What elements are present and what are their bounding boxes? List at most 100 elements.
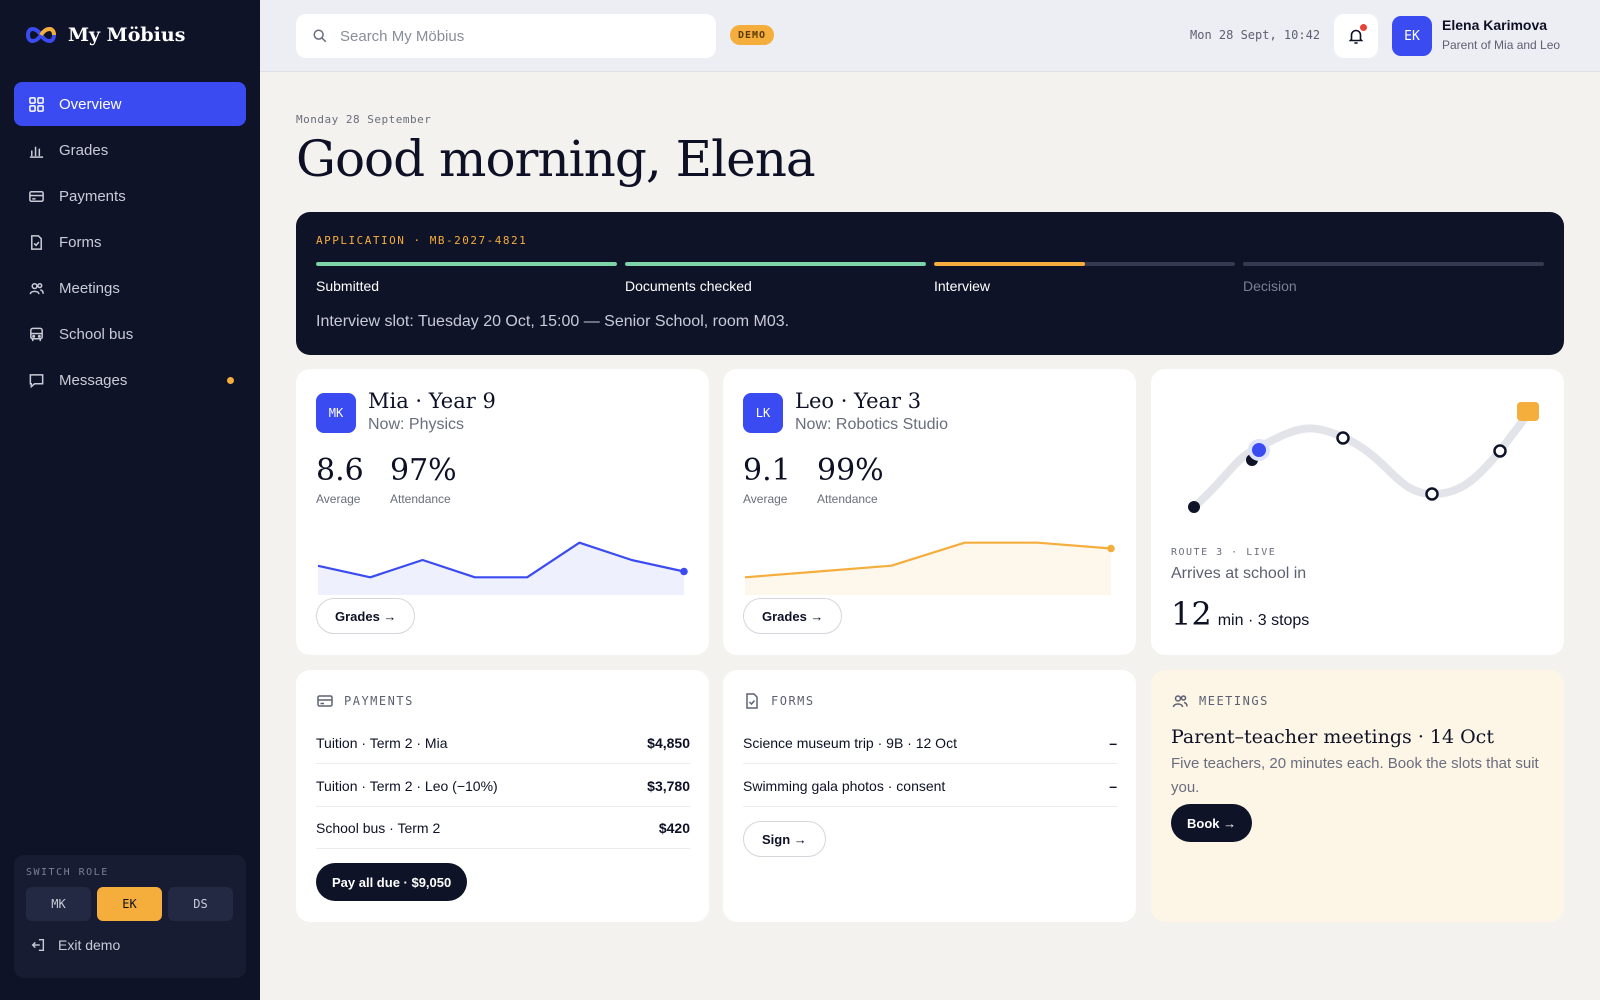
brand-name: My Möbius	[68, 24, 186, 46]
role-buttons: MK EK DS	[26, 887, 234, 921]
step-submitted: Submitted	[316, 262, 617, 294]
chat-icon	[29, 373, 44, 388]
payments-card: PAYMENTS Tuition · Term 2 · Mia $4,850 T…	[296, 670, 709, 922]
interview-slot: Interview slot: Tuesday 20 Oct, 15:00 — …	[316, 313, 790, 330]
payment-label: School bus · Term 2	[316, 819, 441, 836]
payment-amount: $4,850	[647, 734, 690, 751]
sidebar-item-label: Overview	[59, 95, 122, 113]
sidebar-item-school-bus[interactable]: School bus	[14, 312, 246, 356]
bus-arrives-label: Arrives at school in	[1171, 565, 1307, 582]
card-icon	[317, 695, 333, 707]
step-progress	[625, 262, 926, 266]
card-icon	[29, 190, 44, 202]
child-name: Mia · Year 9	[368, 389, 496, 413]
payment-row[interactable]: Tuition · Term 2 · Leo (−10%) $3,780	[316, 765, 690, 807]
bus-icon	[30, 327, 43, 341]
school-destination-icon	[1517, 402, 1539, 421]
bus-position-marker	[1252, 443, 1266, 457]
attendance-stat: 99% Attendance	[817, 453, 884, 506]
sparkline-last-point	[680, 567, 688, 576]
users-icon	[1172, 695, 1188, 708]
payment-row[interactable]: School bus · Term 2 $420	[316, 807, 690, 849]
user-avatar[interactable]: EK	[1392, 16, 1432, 56]
sidebar-item-forms[interactable]: Forms	[14, 220, 246, 264]
sidebar-item-messages[interactable]: Messages	[14, 358, 246, 402]
role-button-mk[interactable]: MK	[26, 887, 91, 921]
brand[interactable]: My Möbius	[24, 24, 185, 46]
document-check-icon	[31, 234, 42, 250]
sparkline-area	[318, 542, 684, 595]
average-stat: 9.1 Average	[743, 453, 791, 506]
child-avatar: LK	[743, 393, 783, 433]
forms-title: FORMS	[771, 694, 815, 708]
sidebar-nav: Overview Grades Payments Forms Meetings …	[14, 82, 246, 404]
form-row[interactable]: Swimming gala photos · consent –	[743, 765, 1117, 807]
role-button-ds[interactable]: DS	[168, 887, 233, 921]
payments-title: PAYMENTS	[344, 694, 414, 708]
page-title: Good morning, Elena	[296, 130, 816, 188]
sidebar-item-label: School bus	[59, 325, 134, 343]
bus-route-map	[1188, 402, 1539, 513]
meetings-header: MEETINGS	[1171, 692, 1269, 710]
step-track	[934, 262, 1235, 266]
form-status: –	[1109, 734, 1117, 751]
meetings-headline: Parent–teacher meetings · 14 Oct	[1171, 726, 1494, 748]
meetings-description: Five teachers, 20 minutes each. Book the…	[1171, 755, 1539, 796]
child-card-mia: MK Mia · Year 9 Now: Physics 8.6 Average…	[296, 369, 709, 655]
grades-button[interactable]: Grades →	[743, 598, 843, 634]
step-track	[625, 262, 926, 266]
switch-role-panel: SWITCH ROLE MK EK DS Exit demo	[14, 855, 246, 978]
sidebar-item-label: Payments	[59, 187, 126, 205]
book-meeting-button[interactable]: Book →	[1171, 804, 1253, 842]
current-datetime: Mon 28 Sept, 10:42	[1190, 28, 1321, 42]
sidebar-item-meetings[interactable]: Meetings	[14, 266, 246, 310]
child-current-class: Now: Physics	[368, 416, 465, 433]
application-code: APPLICATION · MB-2027-4821	[316, 234, 528, 247]
step-interview: Interview	[934, 262, 1235, 294]
payment-label: Tuition · Term 2 · Mia	[316, 734, 448, 751]
meetings-title: MEETINGS	[1199, 694, 1269, 708]
search-box[interactable]	[296, 14, 716, 58]
form-row[interactable]: Science museum trip · 9B · 12 Oct –	[743, 722, 1117, 764]
step-track	[316, 262, 617, 266]
search-input[interactable]	[340, 27, 700, 45]
payment-row[interactable]: Tuition · Term 2 · Mia $4,850	[316, 722, 690, 764]
sidebar-item-overview[interactable]: Overview	[14, 82, 246, 126]
average-stat: 8.6 Average	[316, 453, 364, 506]
document-check-icon	[746, 693, 758, 709]
sidebar-item-payments[interactable]: Payments	[14, 174, 246, 218]
form-label: Science museum trip · 9B · 12 Oct	[743, 734, 957, 751]
unread-dot	[227, 377, 234, 384]
payment-amount: $3,780	[647, 777, 690, 794]
child-card-leo: LK Leo · Year 3 Now: Robotics Studio 9.1…	[723, 369, 1136, 655]
exit-demo-label: Exit demo	[58, 937, 121, 953]
attendance-stat: 97% Attendance	[390, 453, 457, 506]
step-progress	[316, 262, 617, 266]
average-label: Average	[743, 492, 788, 506]
exit-demo-button[interactable]: Exit demo	[26, 937, 234, 953]
step-track	[1243, 262, 1544, 266]
route-line	[1190, 410, 1532, 511]
grade-trend-sparkline	[317, 541, 688, 595]
pay-all-due-button[interactable]: Pay all due · $9,050	[316, 863, 468, 901]
attendance-value: 99%	[817, 453, 884, 488]
sign-button[interactable]: Sign →	[743, 821, 826, 857]
meetings-card: MEETINGS Parent–teacher meetings · 14 Oc…	[1151, 670, 1564, 922]
role-button-ek[interactable]: EK	[97, 887, 162, 921]
route-upcoming-stop	[1493, 444, 1507, 458]
average-value: 9.1	[743, 453, 791, 488]
notifications-button[interactable]	[1334, 14, 1378, 58]
average-value: 8.6	[316, 453, 364, 488]
payments-header: PAYMENTS	[316, 692, 414, 710]
greeting-date: Monday 28 September	[296, 113, 432, 126]
attendance-label: Attendance	[390, 492, 451, 506]
sidebar-item-grades[interactable]: Grades	[14, 128, 246, 172]
step-decision: Decision	[1243, 262, 1544, 294]
bar-chart-icon	[29, 146, 44, 158]
step-label: Decision	[1243, 278, 1297, 294]
average-label: Average	[316, 492, 361, 506]
school-bus-card[interactable]: ROUTE 3 · LIVE Arrives at school in 12 m…	[1151, 369, 1564, 655]
sidebar-item-label: Grades	[59, 141, 109, 159]
grades-button[interactable]: Grades →	[316, 598, 416, 634]
form-status: –	[1109, 777, 1117, 794]
